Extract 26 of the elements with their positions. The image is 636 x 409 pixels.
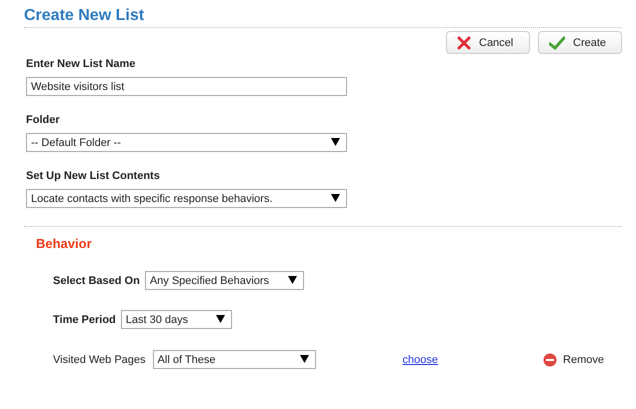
cancel-button[interactable]: Cancel (446, 31, 530, 54)
field-label: Select Based On (53, 274, 140, 286)
field-label: Visited Web Pages (53, 354, 146, 366)
caret-icon (288, 276, 297, 284)
close-icon (457, 36, 471, 50)
dropdown[interactable]: Last 30 days (120, 310, 232, 329)
caret-icon (300, 355, 309, 363)
dropdown[interactable]: Locate contacts with specific response behaviors. (26, 189, 347, 208)
caret-icon (216, 315, 225, 323)
dropdown[interactable]: -- Default Folder -- (26, 133, 347, 152)
section-heading: Behavior (36, 236, 93, 251)
field-label: Folder (26, 114, 61, 126)
field-label: Set Up New List Contents (26, 170, 161, 182)
dropdown[interactable]: Any Specified Behaviors (144, 271, 304, 290)
choose-link[interactable]: choose (402, 354, 438, 366)
create-button[interactable]: Create (538, 31, 622, 54)
remove-icon (543, 352, 558, 366)
list-name-input[interactable]: Website visitors list (26, 77, 347, 96)
dropdown[interactable]: All of These (152, 350, 316, 369)
field-label: Time Period (53, 314, 116, 326)
remove-button[interactable]: Remove (543, 352, 604, 366)
checkmark-icon (549, 36, 565, 50)
page-title: Create New List (24, 6, 622, 28)
field-label: Enter New List Name (26, 58, 136, 70)
caret-icon (331, 138, 340, 146)
caret-icon (331, 194, 340, 202)
